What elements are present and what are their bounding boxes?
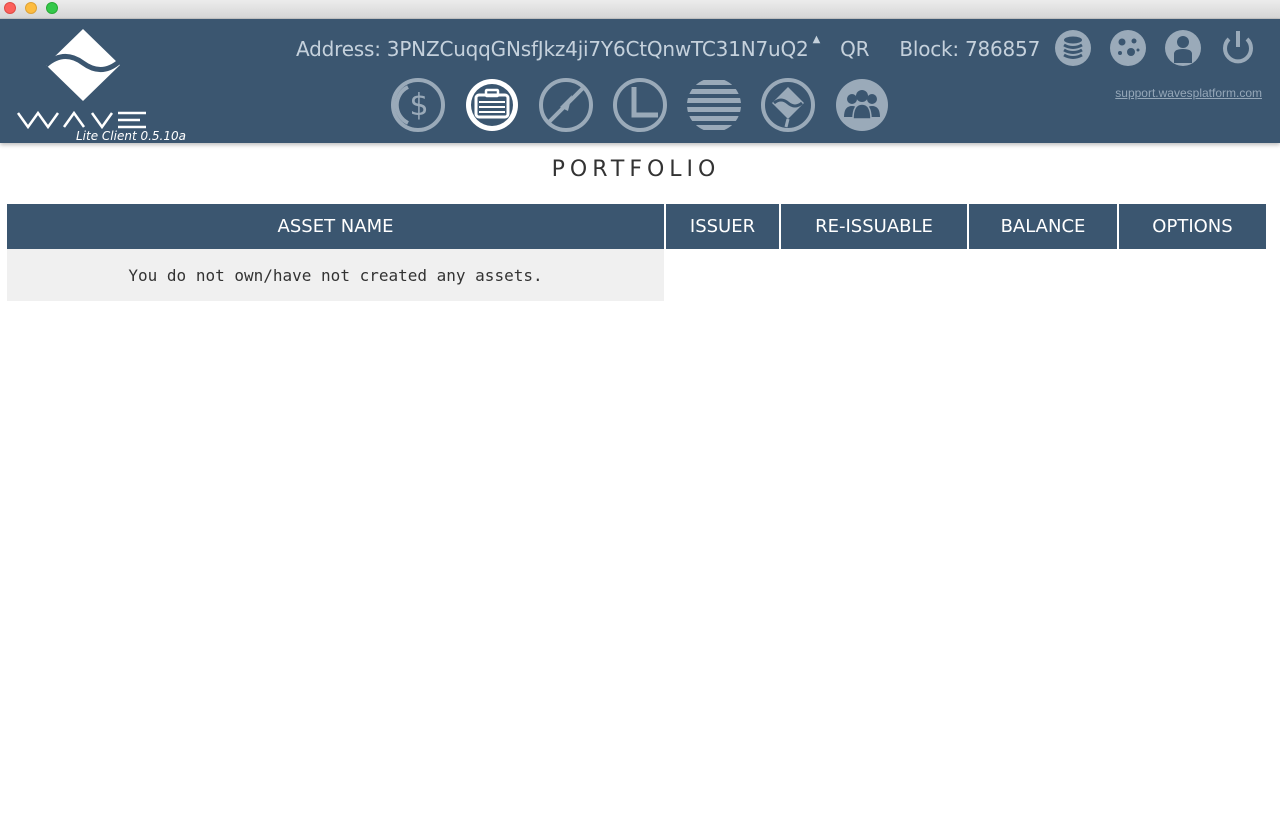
history-icon	[687, 80, 741, 130]
nav-portfolio-button[interactable]	[464, 77, 520, 133]
database-sync-icon	[1055, 30, 1091, 66]
page-title: PORTFOLIO	[551, 157, 721, 182]
copy-address-icon[interactable]: ▲	[813, 34, 821, 45]
column-header-balance[interactable]: BALANCE	[969, 204, 1117, 249]
logo-version-label: Lite Client 0.5.10a	[76, 129, 186, 143]
nav-wallet-button[interactable]: $	[390, 77, 446, 133]
settings-button[interactable]	[1109, 29, 1147, 67]
support-link[interactable]: support.wavesplatform.com	[1115, 86, 1262, 100]
community-icon	[836, 79, 888, 131]
wallet-dollar-icon: $	[391, 78, 445, 132]
table-header-row: ASSET NAME ISSUER RE-ISSUABLE BALANCE OP…	[7, 204, 1266, 249]
column-header-re-issuable[interactable]: RE-ISSUABLE	[781, 204, 967, 249]
power-icon	[1223, 31, 1253, 64]
nav-community-button[interactable]	[834, 77, 890, 133]
block-label: Block:	[899, 37, 959, 61]
nav-map-button[interactable]	[760, 77, 816, 133]
assets-table: ASSET NAME ISSUER RE-ISSUABLE BALANCE OP…	[7, 204, 1266, 301]
nav-exchange-button[interactable]	[538, 77, 594, 133]
main-navigation: $	[390, 77, 908, 133]
portfolio-briefcase-icon	[466, 79, 518, 131]
exchange-icon	[539, 78, 593, 132]
leasing-icon	[613, 78, 667, 132]
window-maximize-button[interactable]	[46, 2, 58, 14]
account-user-icon	[1165, 30, 1201, 66]
settings-gear-icon	[1110, 30, 1146, 66]
waves-logo-icon	[16, 29, 146, 130]
window-close-button[interactable]	[4, 2, 16, 14]
address-value[interactable]: 3PNZCuqqGNsfJkz4ji7Y6CtQnwTC31N7uQ2	[387, 37, 809, 61]
nav-history-button[interactable]	[686, 77, 742, 133]
empty-assets-message: You do not own/have not created any asse…	[7, 249, 664, 301]
nav-leasing-button[interactable]	[612, 77, 668, 133]
address-label: Address:	[296, 37, 381, 61]
address-bar: Address: 3PNZCuqqGNsfJkz4ji7Y6CtQnwTC31N…	[296, 34, 1040, 64]
svg-text:$: $	[409, 88, 428, 123]
column-header-asset-name[interactable]: ASSET NAME	[7, 204, 664, 249]
database-sync-button[interactable]	[1054, 29, 1092, 67]
column-header-issuer[interactable]: ISSUER	[666, 204, 779, 249]
qr-button[interactable]: QR	[840, 37, 869, 61]
account-button[interactable]	[1164, 29, 1202, 67]
waves-logo: Lite Client 0.5.10a	[16, 29, 186, 143]
column-header-options[interactable]: OPTIONS	[1119, 204, 1266, 249]
block-height-value: 786857	[964, 37, 1041, 61]
header-tools	[1054, 29, 1274, 67]
power-button[interactable]	[1219, 29, 1257, 67]
app-header: Lite Client 0.5.10a Address: 3PNZCuqqGNs…	[0, 19, 1280, 143]
window-titlebar	[0, 0, 1280, 19]
map-icon	[761, 78, 815, 132]
window-minimize-button[interactable]	[25, 2, 37, 14]
